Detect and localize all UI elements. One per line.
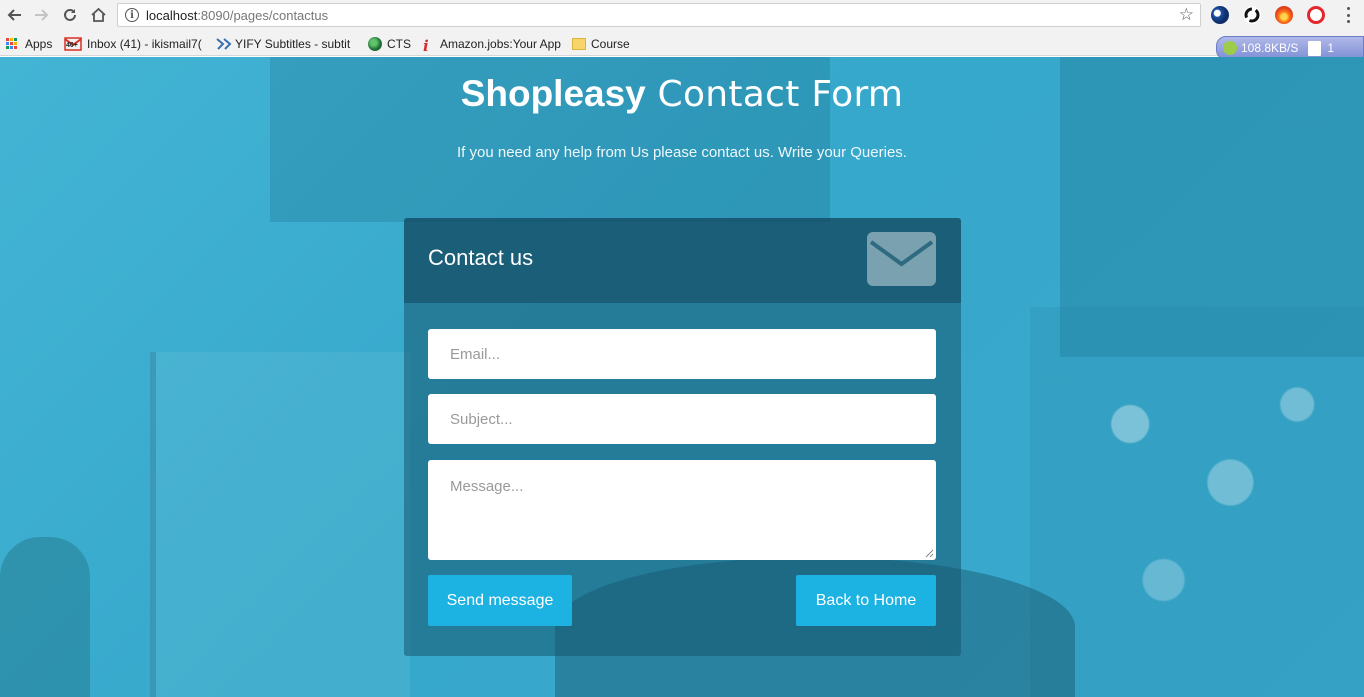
gmail-icon: 40+ <box>64 36 82 51</box>
yify-icon <box>216 37 232 51</box>
extension-fire-icon[interactable] <box>1275 6 1293 24</box>
bookmark-inbox[interactable]: 40+ Inbox (41) - ikismail7( <box>64 35 202 52</box>
home-icon[interactable] <box>87 4 109 26</box>
download-arrow-icon <box>1223 41 1237 55</box>
contact-card-header: Contact us <box>404 218 961 303</box>
back-to-home-button[interactable]: Back to Home <box>796 575 936 626</box>
globe-icon <box>368 36 382 51</box>
browser-toolbar: i localhost:8090/pages/contactus ☆ <box>0 0 1364 31</box>
browser-menu-icon[interactable] <box>1341 5 1355 25</box>
apps-grid-icon <box>6 38 20 49</box>
bookmark-star-icon[interactable]: ☆ <box>1179 5 1194 25</box>
resize-grip-icon[interactable] <box>924 548 934 558</box>
bookmark-amazon-jobs[interactable]: i Amazon.jobs:Your App <box>423 35 561 55</box>
page-title: Shopleasy Contact Form <box>0 73 1364 115</box>
title-text: Contact Form <box>645 74 904 115</box>
message-field[interactable] <box>428 460 936 560</box>
contact-page: Shopleasy Contact Form If you need any h… <box>0 57 1364 697</box>
extension-globe-icon[interactable] <box>1211 6 1229 24</box>
back-arrow-icon[interactable] <box>3 4 25 26</box>
send-message-button[interactable]: Send message <box>428 575 572 626</box>
page-icon <box>1308 40 1322 56</box>
email-field[interactable] <box>428 329 936 379</box>
bookmark-yify[interactable]: YIFY Subtitles - subtit <box>216 35 350 52</box>
bookmarks-bar: Apps 40+ Inbox (41) - ikismail7( YIFY Su… <box>0 31 1364 56</box>
contact-card: Contact us Send message Back to Home <box>404 218 961 656</box>
brand-name: Shopleasy <box>460 73 646 114</box>
reload-icon[interactable] <box>59 4 81 26</box>
background-plant-shape <box>0 537 90 697</box>
folder-icon <box>572 37 586 50</box>
background-flowers-shape <box>1030 307 1364 697</box>
bookmark-cts[interactable]: CTS <box>368 35 411 52</box>
bookmark-apps[interactable]: Apps <box>6 35 52 52</box>
info-italic-icon: i <box>423 36 429 55</box>
extension-opera-icon[interactable] <box>1307 6 1325 24</box>
url-text: localhost:8090/pages/contactus <box>146 8 329 23</box>
envelope-icon <box>867 232 936 286</box>
contact-card-title: Contact us <box>428 245 534 270</box>
extension-sync-icon[interactable] <box>1243 6 1261 24</box>
forward-arrow-icon[interactable] <box>31 4 53 26</box>
address-bar[interactable]: i localhost:8090/pages/contactus ☆ <box>117 3 1201 27</box>
info-icon[interactable]: i <box>125 8 139 22</box>
page-subtitle: If you need any help from Us please cont… <box>457 144 907 161</box>
bookmark-course[interactable]: Course <box>572 35 630 52</box>
background-door-shape <box>150 352 410 697</box>
subject-field[interactable] <box>428 394 936 444</box>
